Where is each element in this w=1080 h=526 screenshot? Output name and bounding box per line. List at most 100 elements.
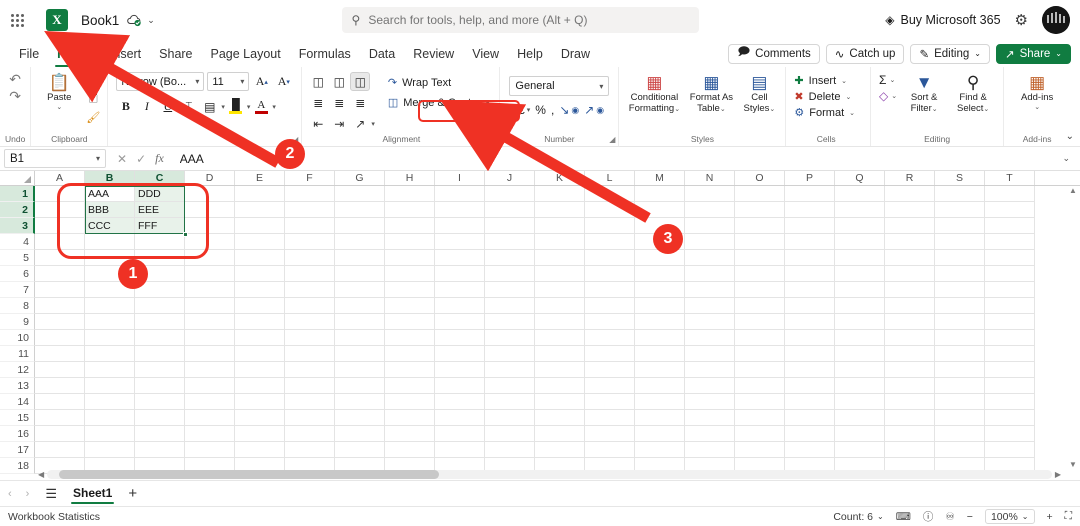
cell-M1[interactable] xyxy=(635,186,685,202)
increase-decimal-icon[interactable]: ↘◉ xyxy=(559,103,579,117)
cell-H16[interactable] xyxy=(385,426,435,442)
cell-P6[interactable] xyxy=(785,266,835,282)
share-button[interactable]: ↗ Share ⌄ xyxy=(996,44,1071,64)
cell-N2[interactable] xyxy=(685,202,735,218)
cell-R12[interactable] xyxy=(885,362,935,378)
cell-J11[interactable] xyxy=(485,346,535,362)
search-input[interactable] xyxy=(368,13,688,27)
fill-color-chevron-down-icon[interactable]: ▾ xyxy=(247,103,251,111)
cell-J10[interactable] xyxy=(485,330,535,346)
cell-B12[interactable] xyxy=(85,362,135,378)
cell-K11[interactable] xyxy=(535,346,585,362)
cell-D10[interactable] xyxy=(185,330,235,346)
name-box[interactable]: B1 ▾ xyxy=(4,149,106,168)
orientation-chevron-down-icon[interactable]: ▾ xyxy=(371,120,375,128)
cell-M9[interactable] xyxy=(635,314,685,330)
cell-Q15[interactable] xyxy=(835,410,885,426)
cell-H17[interactable] xyxy=(385,442,435,458)
cell-I6[interactable] xyxy=(435,266,485,282)
cell-R7[interactable] xyxy=(885,282,935,298)
cell-K12[interactable] xyxy=(535,362,585,378)
cell-R13[interactable] xyxy=(885,378,935,394)
gear-icon[interactable]: ⚙ xyxy=(1015,11,1028,29)
cell-B7[interactable] xyxy=(85,282,135,298)
cell-T16[interactable] xyxy=(985,426,1035,442)
cell-I3[interactable] xyxy=(435,218,485,234)
cell-B6[interactable] xyxy=(85,266,135,282)
cell-I12[interactable] xyxy=(435,362,485,378)
cell-O16[interactable] xyxy=(735,426,785,442)
row-header-11[interactable]: 11 xyxy=(0,346,35,362)
cell-N5[interactable] xyxy=(685,250,735,266)
column-header-B[interactable]: B xyxy=(85,171,135,185)
cell-N9[interactable] xyxy=(685,314,735,330)
percent-icon[interactable]: % xyxy=(535,103,546,117)
alignment-dialog-launcher-icon[interactable]: ◢ xyxy=(490,135,496,144)
cell-R17[interactable] xyxy=(885,442,935,458)
tab-review[interactable]: Review xyxy=(404,44,463,63)
cell-S13[interactable] xyxy=(935,378,985,394)
cell-D16[interactable] xyxy=(185,426,235,442)
column-header-S[interactable]: S xyxy=(935,171,985,185)
italic-button[interactable]: I xyxy=(137,97,156,116)
redo-arrow-icon[interactable]: ↷ xyxy=(9,89,21,104)
cell-E4[interactable] xyxy=(235,234,285,250)
cell-C11[interactable] xyxy=(135,346,185,362)
cell-F16[interactable] xyxy=(285,426,335,442)
align-bottom-icon[interactable]: ◫ xyxy=(350,72,370,91)
cell-P2[interactable] xyxy=(785,202,835,218)
cell-O4[interactable] xyxy=(735,234,785,250)
cell-B16[interactable] xyxy=(85,426,135,442)
cell-M17[interactable] xyxy=(635,442,685,458)
cell-R8[interactable] xyxy=(885,298,935,314)
cell-A3[interactable] xyxy=(35,218,85,234)
cell-J2[interactable] xyxy=(485,202,535,218)
cell-L1[interactable] xyxy=(585,186,635,202)
cell-L5[interactable] xyxy=(585,250,635,266)
cell-D9[interactable] xyxy=(185,314,235,330)
cell-G16[interactable] xyxy=(335,426,385,442)
cell-I13[interactable] xyxy=(435,378,485,394)
next-sheet-icon[interactable]: › xyxy=(24,488,32,500)
cell-O2[interactable] xyxy=(735,202,785,218)
cell-T17[interactable] xyxy=(985,442,1035,458)
cell-Q17[interactable] xyxy=(835,442,885,458)
conditional-formatting-button[interactable]: ▦ Conditional Formatting⌄ xyxy=(625,72,683,115)
align-center-icon[interactable]: ≣ xyxy=(329,93,349,112)
tab-home[interactable]: Home xyxy=(48,44,101,63)
cell-D12[interactable] xyxy=(185,362,235,378)
cell-R16[interactable] xyxy=(885,426,935,442)
cell-L10[interactable] xyxy=(585,330,635,346)
cell-K17[interactable] xyxy=(535,442,585,458)
paste-button[interactable]: 📋 Paste ⌄ xyxy=(36,72,82,112)
cell-L7[interactable] xyxy=(585,282,635,298)
column-header-P[interactable]: P xyxy=(785,171,835,185)
cell-H11[interactable] xyxy=(385,346,435,362)
cell-P10[interactable] xyxy=(785,330,835,346)
previous-sheet-icon[interactable]: ‹ xyxy=(6,488,14,500)
cell-C12[interactable] xyxy=(135,362,185,378)
scissors-icon[interactable]: ✂ xyxy=(84,73,102,90)
cell-O7[interactable] xyxy=(735,282,785,298)
font-color-chevron-down-icon[interactable]: ▾ xyxy=(272,103,276,111)
cell-R11[interactable] xyxy=(885,346,935,362)
cell-T6[interactable] xyxy=(985,266,1035,282)
cell-E9[interactable] xyxy=(235,314,285,330)
cell-S11[interactable] xyxy=(935,346,985,362)
row-header-12[interactable]: 12 xyxy=(0,362,35,378)
scroll-left-icon[interactable]: ◀ xyxy=(35,470,47,479)
horizontal-scrollbar[interactable]: ◀ ▶ xyxy=(35,469,1064,480)
cell-M3[interactable] xyxy=(635,218,685,234)
cell-L14[interactable] xyxy=(585,394,635,410)
document-title[interactable]: Book1 xyxy=(81,13,119,28)
cell-P3[interactable] xyxy=(785,218,835,234)
cell-I9[interactable] xyxy=(435,314,485,330)
cell-M4[interactable] xyxy=(635,234,685,250)
cell-L13[interactable] xyxy=(585,378,635,394)
row-header-6[interactable]: 6 xyxy=(0,266,35,282)
cell-C10[interactable] xyxy=(135,330,185,346)
cell-N4[interactable] xyxy=(685,234,735,250)
row-header-16[interactable]: 16 xyxy=(0,426,35,442)
column-header-G[interactable]: G xyxy=(335,171,385,185)
cell-S17[interactable] xyxy=(935,442,985,458)
